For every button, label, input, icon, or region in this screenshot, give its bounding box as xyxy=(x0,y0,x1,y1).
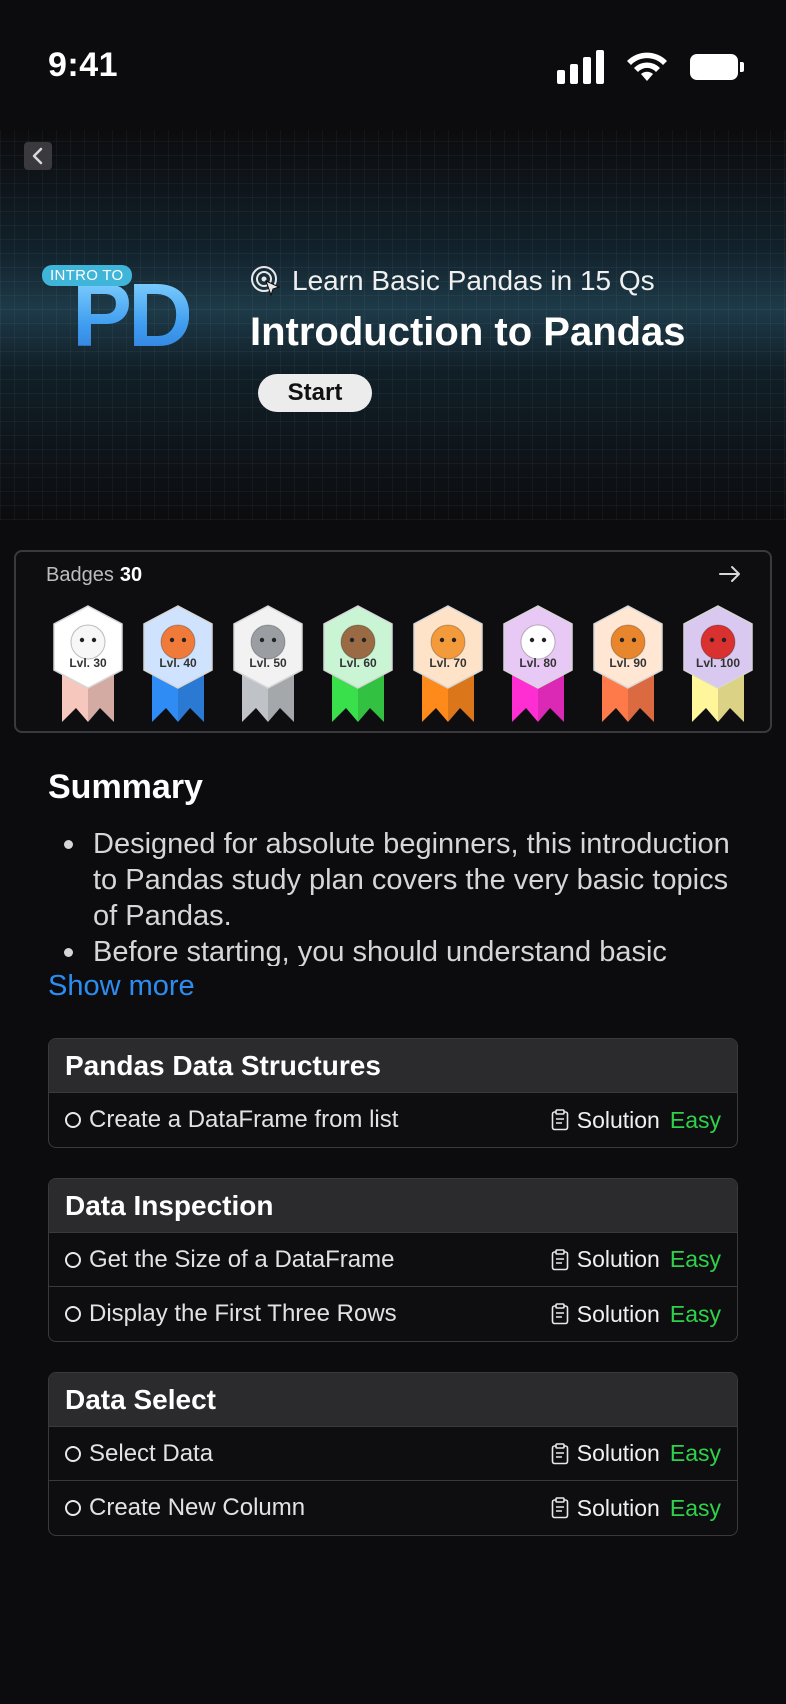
hero-banner: INTRO TO PD Learn Basic Pandas in 15 Qs … xyxy=(0,130,786,520)
badge-level-label: Lvl. 40 xyxy=(159,656,197,670)
badge-bear[interactable]: Lvl. 60 xyxy=(320,604,396,724)
problem-title[interactable]: Display the First Three Rows xyxy=(89,1300,551,1328)
status-time: 9:41 xyxy=(48,46,119,84)
solution-link[interactable]: Solution xyxy=(551,1246,660,1273)
badge-fox[interactable]: Lvl. 40 xyxy=(140,604,216,724)
course-logo: INTRO TO PD xyxy=(42,265,217,365)
problem-row[interactable]: Display the First Three Rows Solution Easy xyxy=(49,1287,737,1341)
difficulty-label: Easy xyxy=(669,1300,721,1327)
back-button[interactable] xyxy=(24,142,52,170)
problem-section: Data Select Select Data Solution Easy Create… xyxy=(48,1372,738,1536)
badge-wolf[interactable]: Lvl. 50 xyxy=(230,604,306,724)
difficulty-label: Easy xyxy=(669,1106,721,1133)
hero-subtitle-row: Learn Basic Pandas in 15 Qs xyxy=(250,265,655,297)
problem-title[interactable]: Get the Size of a DataFrame xyxy=(89,1246,551,1274)
problem-row[interactable]: Select Data Solution Easy xyxy=(49,1427,737,1481)
solution-link[interactable]: Solution xyxy=(551,1495,660,1522)
summary-title: Summary xyxy=(48,768,203,806)
problem-row[interactable]: Create New Column Solution Easy xyxy=(49,1481,737,1535)
status-bar: 9:41 xyxy=(0,0,786,130)
badge-tiger[interactable]: Lvl. 70 xyxy=(410,604,486,724)
badges-count: 30 xyxy=(119,564,143,586)
solution-link[interactable]: Solution xyxy=(551,1440,660,1467)
problem-title[interactable]: Create New Column xyxy=(89,1494,551,1522)
status-circle-icon xyxy=(65,1112,81,1128)
status-circle-icon xyxy=(65,1500,81,1516)
difficulty-label: Easy xyxy=(669,1246,721,1272)
problem-section: Pandas Data Structures Create a DataFrame… xyxy=(48,1038,738,1148)
badge-dragon[interactable]: Lvl. 100 xyxy=(680,604,756,724)
summary-item: Designed for absolute beginners, this in… xyxy=(48,826,748,934)
problem-row[interactable]: Get the Size of a DataFrame Solution Easy xyxy=(49,1233,737,1287)
badges-header: Badges 30 xyxy=(46,564,142,587)
badges-label: Badges xyxy=(46,564,114,586)
problem-title[interactable]: Select Data xyxy=(89,1440,551,1468)
status-circle-icon xyxy=(65,1251,81,1268)
solution-link[interactable]: Solution xyxy=(551,1301,660,1328)
solution-label: Solution xyxy=(576,1246,660,1272)
logo-tag: INTRO TO xyxy=(42,265,132,286)
badge-lion[interactable]: Lvl. 90 xyxy=(590,604,666,724)
difficulty-label: Easy xyxy=(669,1440,721,1466)
status-icons xyxy=(557,50,744,84)
hero-subtitle: Learn Basic Pandas in 15 Qs xyxy=(292,265,655,296)
show-more-link[interactable]: Show more xyxy=(48,970,195,1003)
section-title: Pandas Data Structures xyxy=(49,1039,737,1093)
clipboard-icon xyxy=(551,1109,569,1131)
status-circle-icon xyxy=(65,1306,81,1322)
badge-level-label: Lvl. 100 xyxy=(695,656,741,670)
badge-eagle[interactable]: Lvl. 80 xyxy=(500,604,576,724)
target-icon xyxy=(251,266,281,297)
summary-list: Designed for absolute beginners, this in… xyxy=(48,826,748,966)
wifi-icon xyxy=(627,52,667,81)
summary-item: Before starting, you should understand b… xyxy=(48,934,748,966)
badges-card[interactable]: Badges 30 Lvl. 30 Lvl. 40 Lvl. 50 Lvl. 60 Lvl… xyxy=(14,550,772,733)
badge-level-label: Lvl. 50 xyxy=(249,656,287,670)
solution-label: Solution xyxy=(576,1106,660,1133)
badges-row: Lvl. 30 Lvl. 40 Lvl. 50 Lvl. 60 Lvl. 70 Lvl. … xyxy=(50,604,756,724)
solution-label: Solution xyxy=(576,1440,660,1466)
clipboard-icon xyxy=(551,1303,569,1325)
section-title: Data Inspection xyxy=(49,1179,737,1233)
badge-level-label: Lvl. 30 xyxy=(69,656,107,670)
cellular-signal-icon xyxy=(557,50,604,84)
badge-level-label: Lvl. 70 xyxy=(429,656,467,670)
course-title: Introduction to Pandas xyxy=(250,310,686,354)
problem-section: Data Inspection Get the Size of a DataFra… xyxy=(48,1178,738,1342)
chevron-left-icon xyxy=(32,147,43,165)
clipboard-icon xyxy=(551,1442,569,1464)
badge-level-label: Lvl. 90 xyxy=(609,656,647,670)
solution-label: Solution xyxy=(576,1494,660,1521)
problem-row[interactable]: Create a DataFrame from list Solution Easy xyxy=(49,1093,737,1147)
clipboard-icon xyxy=(551,1497,569,1519)
arrow-right-icon[interactable] xyxy=(716,560,744,588)
status-circle-icon xyxy=(65,1445,81,1462)
start-button[interactable]: Start xyxy=(258,374,372,412)
difficulty-label: Easy xyxy=(669,1494,721,1521)
badge-level-label: Lvl. 80 xyxy=(519,656,557,670)
badge-rabbit[interactable]: Lvl. 30 xyxy=(50,604,126,724)
battery-icon xyxy=(690,54,744,80)
solution-link[interactable]: Solution xyxy=(551,1107,660,1134)
solution-label: Solution xyxy=(576,1300,660,1327)
clipboard-icon xyxy=(551,1248,569,1270)
badge-level-label: Lvl. 60 xyxy=(339,656,377,670)
problem-title[interactable]: Create a DataFrame from list xyxy=(89,1106,551,1134)
section-title: Data Select xyxy=(49,1373,737,1427)
